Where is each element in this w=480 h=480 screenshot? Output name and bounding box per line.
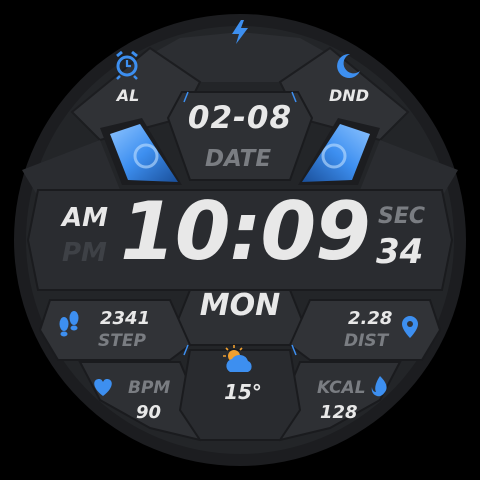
steps-label: STEP <box>98 331 146 351</box>
date-label: DATE <box>204 146 272 172</box>
dnd-label[interactable]: DND <box>329 86 369 105</box>
alarm-label[interactable]: AL <box>117 86 140 105</box>
weekday: MON <box>199 288 281 323</box>
bpm-value: 90 <box>136 402 162 423</box>
date-value: 02-08 <box>187 100 293 136</box>
kcal-value: 128 <box>320 402 358 423</box>
temperature: 15° <box>224 380 262 404</box>
distance-value: 2.28 <box>348 308 393 329</box>
distance-label: DIST <box>344 331 389 351</box>
time-display: 10:09 <box>120 185 371 278</box>
steps-value: 2341 <box>100 308 151 329</box>
seconds-value: 34 <box>376 232 424 272</box>
bpm-label: BPM <box>128 378 171 398</box>
pm-indicator: PM <box>62 238 107 268</box>
am-indicator: AM <box>62 203 108 233</box>
kcal-label: KCAL <box>317 378 366 398</box>
seconds-label: SEC <box>378 204 426 229</box>
